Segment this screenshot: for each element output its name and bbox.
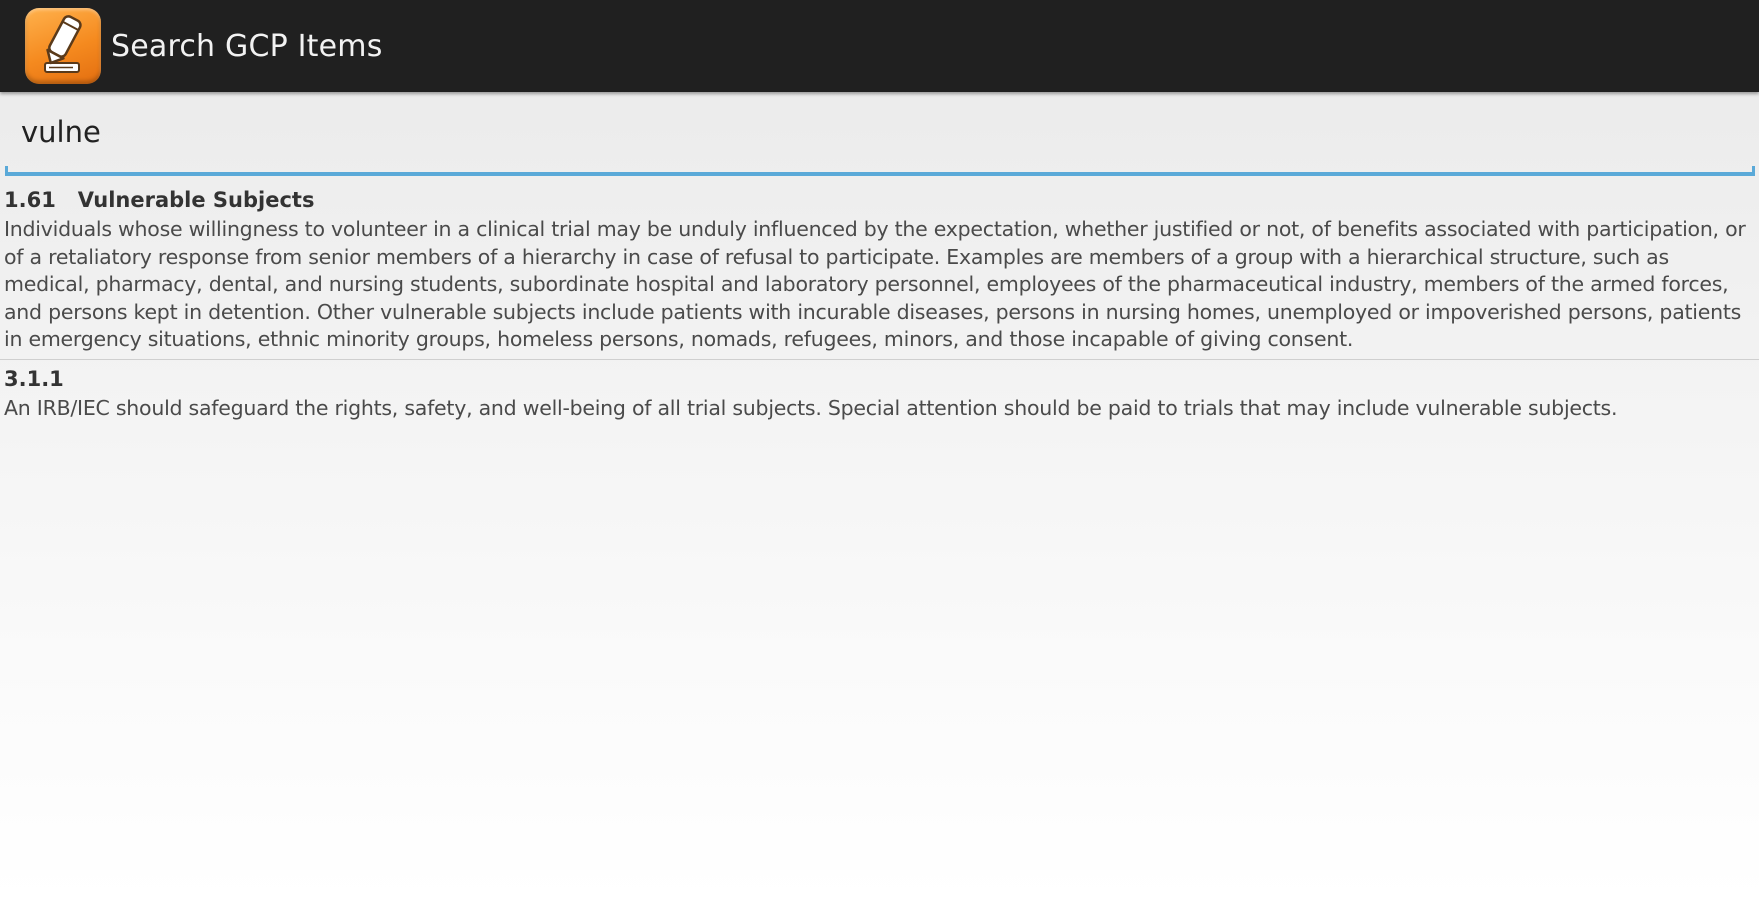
search-input[interactable] (6, 100, 1751, 164)
result-title: 1.61 Vulnerable Subjects (4, 188, 315, 212)
result-body: Individuals whose willingness to volunte… (4, 217, 1746, 351)
notepad-pencil-icon[interactable] (25, 8, 101, 84)
results-list[interactable]: 1.61 Vulnerable Subjects Individuals who… (0, 184, 1759, 422)
notepad-pencil-icon-glyph (44, 15, 82, 73)
result-body: An IRB/IEC should safeguard the rights, … (4, 395, 1618, 420)
action-bar: Search GCP Items (0, 0, 1759, 92)
result-item-1-61[interactable]: 1.61 Vulnerable Subjects Individuals who… (0, 184, 1759, 354)
list-divider (0, 358, 1759, 360)
result-item-3-1-1[interactable]: 3.1.1 An IRB/IEC should safeguard the ri… (0, 363, 1759, 423)
app-title: Search GCP Items (111, 28, 383, 64)
search-area (0, 92, 1759, 180)
result-title: 3.1.1 (4, 366, 64, 391)
search-underline (5, 166, 1755, 176)
